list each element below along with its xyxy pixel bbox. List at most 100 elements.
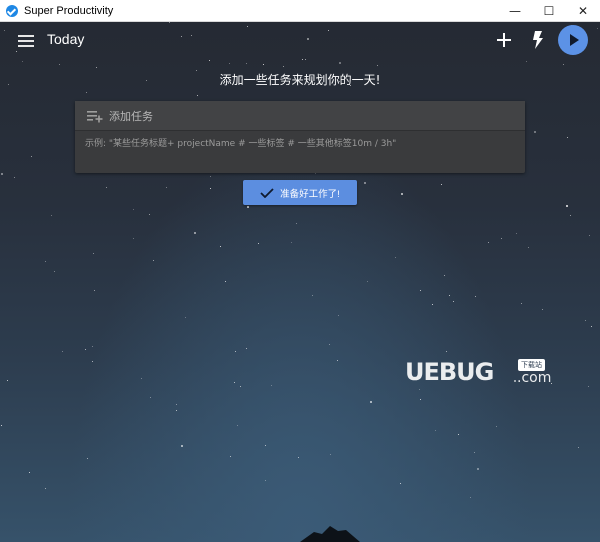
star xyxy=(210,176,211,177)
play-button[interactable] xyxy=(558,25,588,55)
star xyxy=(534,131,536,133)
star xyxy=(578,447,579,448)
main-content: Today 添加一些任务来规划你的一天! 示例: "某些任务标题+ projec… xyxy=(0,22,600,542)
star xyxy=(435,430,436,431)
star xyxy=(234,382,235,383)
star xyxy=(312,295,313,296)
star xyxy=(475,296,476,297)
star xyxy=(230,456,231,457)
star xyxy=(92,346,93,347)
star xyxy=(96,67,97,68)
star xyxy=(470,497,471,498)
star xyxy=(263,64,264,65)
minimize-button[interactable]: — xyxy=(498,0,532,22)
star xyxy=(585,320,586,321)
window-title: Super Productivity xyxy=(24,4,114,17)
star xyxy=(589,235,590,236)
star xyxy=(197,95,198,96)
star xyxy=(364,182,366,184)
app-logo-icon xyxy=(6,4,18,17)
star xyxy=(62,351,63,352)
star xyxy=(496,426,497,427)
star xyxy=(54,271,55,272)
star xyxy=(298,457,299,458)
star xyxy=(240,386,241,387)
star xyxy=(153,260,154,261)
star xyxy=(1,173,3,175)
star xyxy=(330,454,331,455)
add-task-icon[interactable] xyxy=(497,33,511,47)
star xyxy=(291,242,292,243)
star xyxy=(305,59,306,60)
maximize-button[interactable]: ☐ xyxy=(532,0,566,22)
star xyxy=(22,61,23,62)
star xyxy=(51,215,52,216)
star xyxy=(92,361,93,362)
star xyxy=(591,326,592,327)
star xyxy=(542,309,543,310)
star xyxy=(94,290,95,291)
star xyxy=(86,92,87,93)
star xyxy=(166,187,167,188)
check-icon xyxy=(260,187,274,198)
add-task-input[interactable] xyxy=(109,107,509,125)
star xyxy=(516,233,517,234)
star xyxy=(185,317,186,318)
star xyxy=(370,401,372,403)
star xyxy=(337,360,338,361)
star xyxy=(247,26,248,27)
watermark-suffix: .com xyxy=(517,370,552,386)
star xyxy=(229,63,230,64)
star xyxy=(16,51,17,52)
star xyxy=(31,156,32,157)
star xyxy=(176,404,177,405)
star xyxy=(133,238,134,239)
star xyxy=(235,351,236,352)
star xyxy=(588,386,589,387)
star xyxy=(181,36,182,37)
star xyxy=(149,214,150,215)
star xyxy=(296,223,297,224)
star xyxy=(329,344,330,345)
star xyxy=(566,205,568,207)
star xyxy=(458,434,459,435)
star xyxy=(526,61,527,62)
star xyxy=(4,30,5,31)
star xyxy=(181,445,183,447)
menu-icon[interactable] xyxy=(18,35,34,47)
star xyxy=(141,378,142,379)
watermark-brand: UEBUG xyxy=(405,358,494,386)
star xyxy=(302,59,303,60)
star xyxy=(194,232,196,234)
star xyxy=(225,281,226,282)
star xyxy=(441,184,442,185)
star xyxy=(150,397,151,398)
star xyxy=(401,193,403,195)
add-task-hint: 示例: "某些任务标题+ projectName # 一些标签 # 一些其他标签… xyxy=(85,139,397,149)
close-button[interactable]: ✕ xyxy=(566,0,600,22)
star xyxy=(85,349,86,350)
star xyxy=(271,385,272,386)
star xyxy=(328,30,329,31)
bolt-icon[interactable] xyxy=(531,31,545,49)
star xyxy=(488,242,489,243)
star xyxy=(220,246,221,247)
star xyxy=(59,64,60,65)
star xyxy=(210,188,211,189)
star xyxy=(169,22,170,23)
star xyxy=(1,425,2,426)
star xyxy=(420,290,421,291)
star xyxy=(338,315,339,316)
star xyxy=(45,261,46,262)
star xyxy=(265,480,266,481)
playlist-add-icon xyxy=(87,111,103,123)
add-task-card: 示例: "某些任务标题+ projectName # 一些标签 # 一些其他标签… xyxy=(75,101,525,173)
star xyxy=(367,281,368,282)
star xyxy=(453,301,454,302)
ready-to-work-button[interactable]: 准备好工作了! xyxy=(243,180,357,205)
star xyxy=(474,452,475,453)
star xyxy=(444,275,445,276)
star xyxy=(449,295,450,296)
star xyxy=(191,35,192,36)
star xyxy=(528,247,529,248)
